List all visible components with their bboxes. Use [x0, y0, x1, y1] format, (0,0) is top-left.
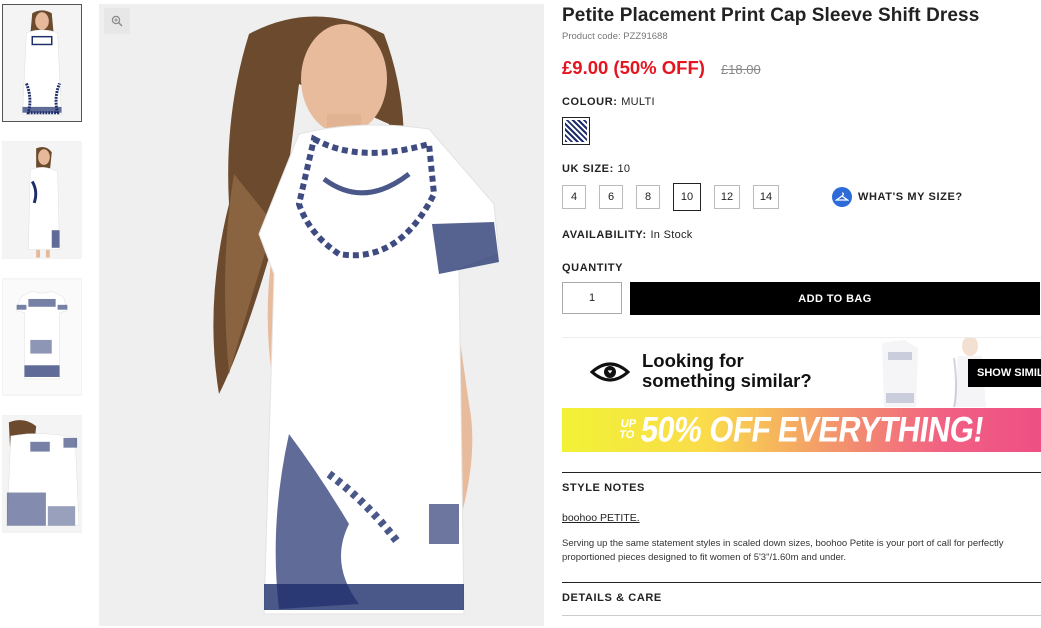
similar-items-banner: Looking for something similar? SHOW SIMI… [562, 337, 1041, 407]
availability: AVAILABILITY: In Stock [562, 229, 693, 241]
zoom-icon [111, 15, 123, 27]
availability-value: In Stock [650, 229, 693, 241]
brand-link[interactable]: boohoo PETITE. [562, 512, 1041, 524]
thumbnail-back[interactable] [2, 415, 82, 533]
similar-heading: Looking for something similar? [642, 350, 812, 391]
size-options: 4 6 8 10 12 14 WHAT'S MY SIZE? [562, 183, 1041, 211]
sale-price: £9.00 (50% OFF) [562, 57, 705, 78]
hanger-icon [832, 187, 852, 207]
size-option-4[interactable]: 4 [562, 185, 586, 209]
product-details-panel: Petite Placement Print Cap Sleeve Shift … [562, 0, 1041, 616]
promo-headline: 50% OFF EVERYTHING! [638, 409, 987, 450]
eye-icon [590, 362, 630, 382]
quantity-row: 1 ADD TO BAG [562, 282, 1041, 315]
colour-value: MULTI [621, 96, 655, 108]
size-option-8[interactable]: 8 [636, 185, 660, 209]
original-price: £18.00 [720, 62, 761, 77]
thumbnail-list [2, 4, 84, 552]
size-label: UK SIZE: 10 [562, 163, 631, 175]
details-care-heading[interactable]: DETAILS & CARE [562, 592, 1041, 604]
zoom-button[interactable] [104, 8, 130, 34]
size-option-6[interactable]: 6 [599, 185, 623, 209]
promo-banner[interactable]: UP TO 50% OFF EVERYTHING! [562, 408, 1041, 452]
quantity-input[interactable]: 1 [562, 282, 622, 314]
divider [562, 615, 1041, 616]
show-similar-button[interactable]: SHOW SIMIL [968, 359, 1041, 387]
product-title: Petite Placement Print Cap Sleeve Shift … [562, 5, 980, 26]
price-row: £9.00 (50% OFF) £18.00 [562, 57, 1041, 79]
details-care-section[interactable]: DETAILS & CARE [562, 582, 1041, 616]
whats-my-size-link[interactable]: WHAT'S MY SIZE? [832, 187, 963, 207]
size-option-10[interactable]: 10 [673, 183, 701, 211]
thumbnail-flat-front[interactable] [2, 278, 82, 396]
style-notes-description: Serving up the same statement styles in … [562, 538, 1004, 563]
size-option-12[interactable]: 12 [714, 185, 740, 209]
product-code: Product code: PZZ91688 [562, 31, 668, 42]
main-product-image[interactable] [99, 4, 544, 626]
thumbnail-side[interactable] [2, 141, 82, 259]
style-notes-section: STYLE NOTES boohoo PETITE. Serving up th… [562, 472, 1041, 565]
size-option-14[interactable]: 14 [753, 185, 779, 209]
add-to-bag-button[interactable]: ADD TO BAG [630, 282, 1040, 315]
thumbnail-front[interactable] [2, 4, 82, 122]
colour-swatch-multi[interactable] [562, 117, 590, 145]
colour-label: COLOUR: MULTI [562, 96, 655, 108]
size-value: 10 [617, 163, 631, 175]
promo-upto: UP TO [618, 418, 637, 441]
style-notes-heading[interactable]: STYLE NOTES [562, 482, 1041, 494]
quantity-label: QUANTITY [562, 262, 624, 274]
